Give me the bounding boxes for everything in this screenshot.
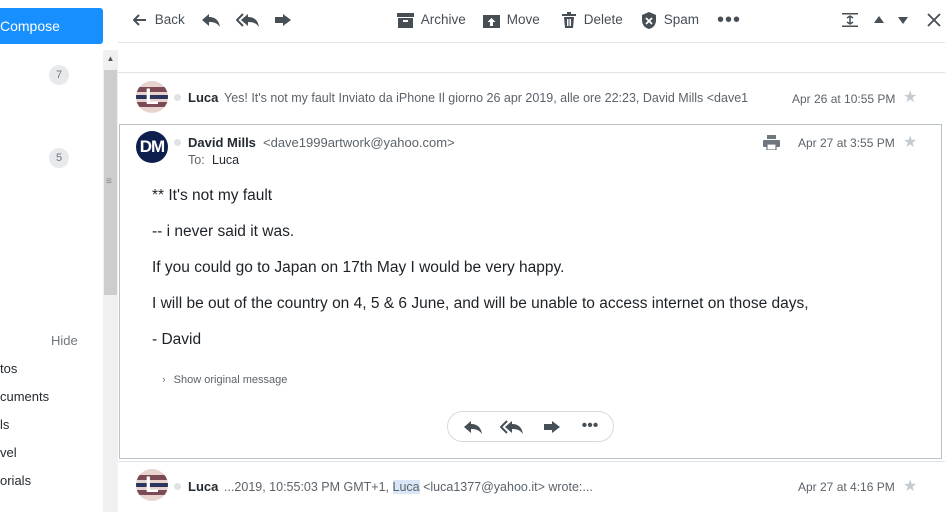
unread-dot-icon[interactable]: [174, 94, 181, 101]
message-body-line: If you could go to Japan on 17th May I w…: [152, 259, 565, 276]
open-message-card: [119, 124, 942, 459]
move-button[interactable]: Move: [483, 0, 540, 40]
message-body-line: -- i never said it was.: [152, 223, 295, 240]
shield-icon: [642, 11, 656, 29]
reply-all-icon: [499, 420, 523, 434]
message-body-line: ** It's not my fault: [152, 187, 273, 204]
close-icon: [927, 13, 941, 28]
archive-label: Archive: [420, 12, 466, 27]
search-highlight: Luca: [392, 480, 420, 494]
close-button[interactable]: [927, 0, 941, 40]
hide-folders-link[interactable]: Hide: [51, 333, 78, 348]
folder-item[interactable]: tos: [0, 361, 17, 376]
trash-icon: [562, 12, 576, 29]
next-message-button[interactable]: [897, 0, 909, 40]
more-options-icon[interactable]: •••: [717, 0, 741, 40]
previous-message-button[interactable]: [873, 0, 885, 40]
print-button[interactable]: [763, 135, 780, 155]
move-label: Move: [506, 12, 540, 27]
message-snippet: Yes! It's not my fault Inviato da iPhone…: [224, 91, 749, 105]
reply-button[interactable]: [460, 411, 486, 442]
chevron-right-icon: ›: [162, 374, 166, 386]
show-original-message-link[interactable]: › Show original message: [162, 374, 287, 386]
forward-button[interactable]: [273, 0, 293, 40]
reply-icon: [464, 421, 482, 434]
back-arrow-icon: [132, 14, 146, 27]
back-button[interactable]: Back: [132, 0, 185, 40]
sender-name: Luca: [188, 479, 219, 494]
toolbar-divider: [118, 42, 945, 43]
archive-button[interactable]: Archive: [397, 0, 466, 40]
more-options-icon[interactable]: •••: [576, 410, 604, 441]
avatar-letter: L: [145, 472, 159, 497]
expand-collapse-button[interactable]: [842, 0, 858, 40]
message-snippet: ...2019, 10:55:03 PM GMT+1, Luca <luca13…: [224, 480, 593, 494]
collapse-icon: [842, 13, 858, 28]
archive-icon: [397, 12, 414, 28]
message-date: Apr 26 at 10:55 PM: [792, 92, 896, 106]
snippet-text: <luca1377@yahoo.it> wrote:...: [419, 480, 593, 494]
unread-count-badge: 7: [49, 65, 69, 85]
snippet-text: ...2019, 10:55:03 PM GMT+1,: [224, 480, 393, 494]
message-date: Apr 27 at 4:16 PM: [798, 480, 895, 494]
folder-item[interactable]: ls: [0, 417, 9, 432]
to-label: To:: [188, 153, 205, 167]
chevron-down-icon: [898, 17, 908, 25]
read-dot-icon[interactable]: [174, 139, 181, 146]
unread-count-badge: 5: [49, 148, 69, 168]
print-icon: [763, 135, 780, 151]
forward-button[interactable]: [540, 411, 564, 442]
sender-name: Luca: [188, 90, 219, 105]
reply-icon: [202, 14, 220, 28]
sender-email: <dave1999artwork@yahoo.com>: [263, 135, 455, 150]
show-original-label: Show original message: [173, 374, 288, 386]
reply-all-icon: [235, 13, 259, 28]
grip-icon: ≡: [106, 176, 112, 187]
folder-item[interactable]: cuments: [0, 389, 49, 404]
reply-all-button[interactable]: [498, 411, 526, 442]
sidebar: Compose 7 5 Hide tos cuments ls vel oria…: [0, 0, 103, 512]
avatar-letter: L: [145, 84, 159, 109]
sender-name: David Mills: [188, 135, 256, 150]
forward-icon: [275, 14, 291, 27]
message-date: Apr 27 at 3:55 PM: [798, 136, 895, 150]
message-body-line: I will be out of the country on 4, 5 & 6…: [152, 295, 809, 312]
star-icon[interactable]: ★: [903, 132, 917, 152]
delete-button[interactable]: Delete: [561, 0, 623, 40]
message-body-line: - David: [152, 331, 202, 348]
scroll-up-arrow-icon[interactable]: ▲: [103, 52, 118, 66]
spam-button[interactable]: Spam: [641, 0, 699, 40]
delete-label: Delete: [583, 12, 623, 27]
unread-dot-icon[interactable]: [174, 483, 181, 490]
star-icon[interactable]: ★: [903, 87, 917, 107]
reply-all-button[interactable]: [235, 0, 260, 40]
folder-item[interactable]: vel: [0, 445, 17, 460]
recipient-name[interactable]: Luca: [212, 153, 239, 167]
move-icon: [483, 14, 500, 28]
star-icon[interactable]: ★: [903, 476, 917, 496]
back-label: Back: [154, 12, 185, 27]
forward-icon: [544, 421, 560, 433]
spam-label: Spam: [663, 12, 700, 27]
avatar-initials: DM: [139, 137, 165, 156]
chevron-up-icon: [874, 16, 884, 24]
compose-button[interactable]: Compose: [0, 8, 103, 44]
reply-button[interactable]: [201, 0, 221, 40]
folder-item[interactable]: orials: [0, 473, 31, 488]
